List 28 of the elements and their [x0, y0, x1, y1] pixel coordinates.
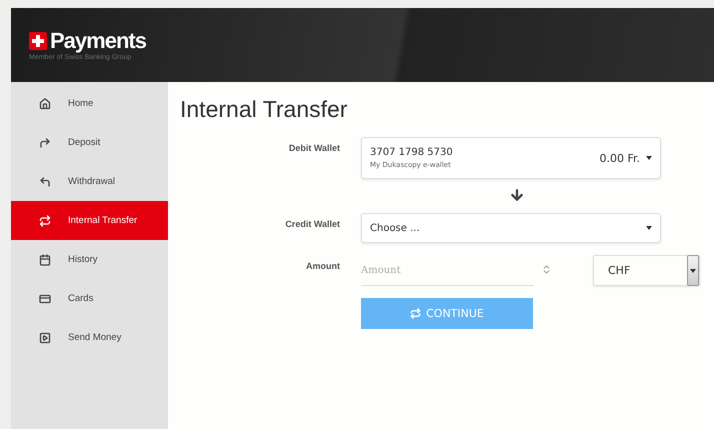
play-square-icon	[39, 332, 51, 344]
sidebar-item[interactable]: Internal Transfer	[11, 201, 168, 240]
arrow-right-icon	[39, 136, 51, 148]
caret-icon	[646, 226, 652, 230]
field-label: Credit Wallet	[284, 218, 340, 229]
calendar-icon	[39, 254, 51, 266]
field-label: Debit Wallet	[288, 142, 340, 153]
currency-select[interactable]: CHF	[593, 255, 700, 286]
sidebar-item[interactable]: Deposit	[11, 123, 168, 162]
page-title: Internal Transfer	[180, 96, 348, 123]
sidebar-item[interactable]: Cards	[11, 279, 168, 318]
logo-text: Payments	[50, 30, 146, 52]
home-icon	[39, 98, 51, 110]
arrow-left-icon	[39, 176, 51, 188]
sidebar-item[interactable]: Send Money	[11, 318, 168, 357]
swap-arrows-icon	[410, 308, 422, 319]
spinner-icon	[541, 264, 552, 275]
credit-card-icon	[39, 292, 51, 304]
sidebar-item[interactable]: History	[11, 240, 168, 279]
amount-input[interactable]: Amount	[361, 255, 534, 286]
sidebar-item[interactable]: Home	[11, 84, 168, 123]
arrow-down-icon	[509, 187, 525, 203]
sidebar-item[interactable]: Withdrawal	[11, 162, 168, 201]
caret-icon	[646, 156, 652, 160]
field-label: Amount	[305, 260, 340, 271]
swap-arrows-icon	[39, 214, 51, 226]
swiss-cross-logo-icon	[29, 32, 47, 50]
credit-wallet-select[interactable]: Choose ...	[361, 213, 661, 243]
